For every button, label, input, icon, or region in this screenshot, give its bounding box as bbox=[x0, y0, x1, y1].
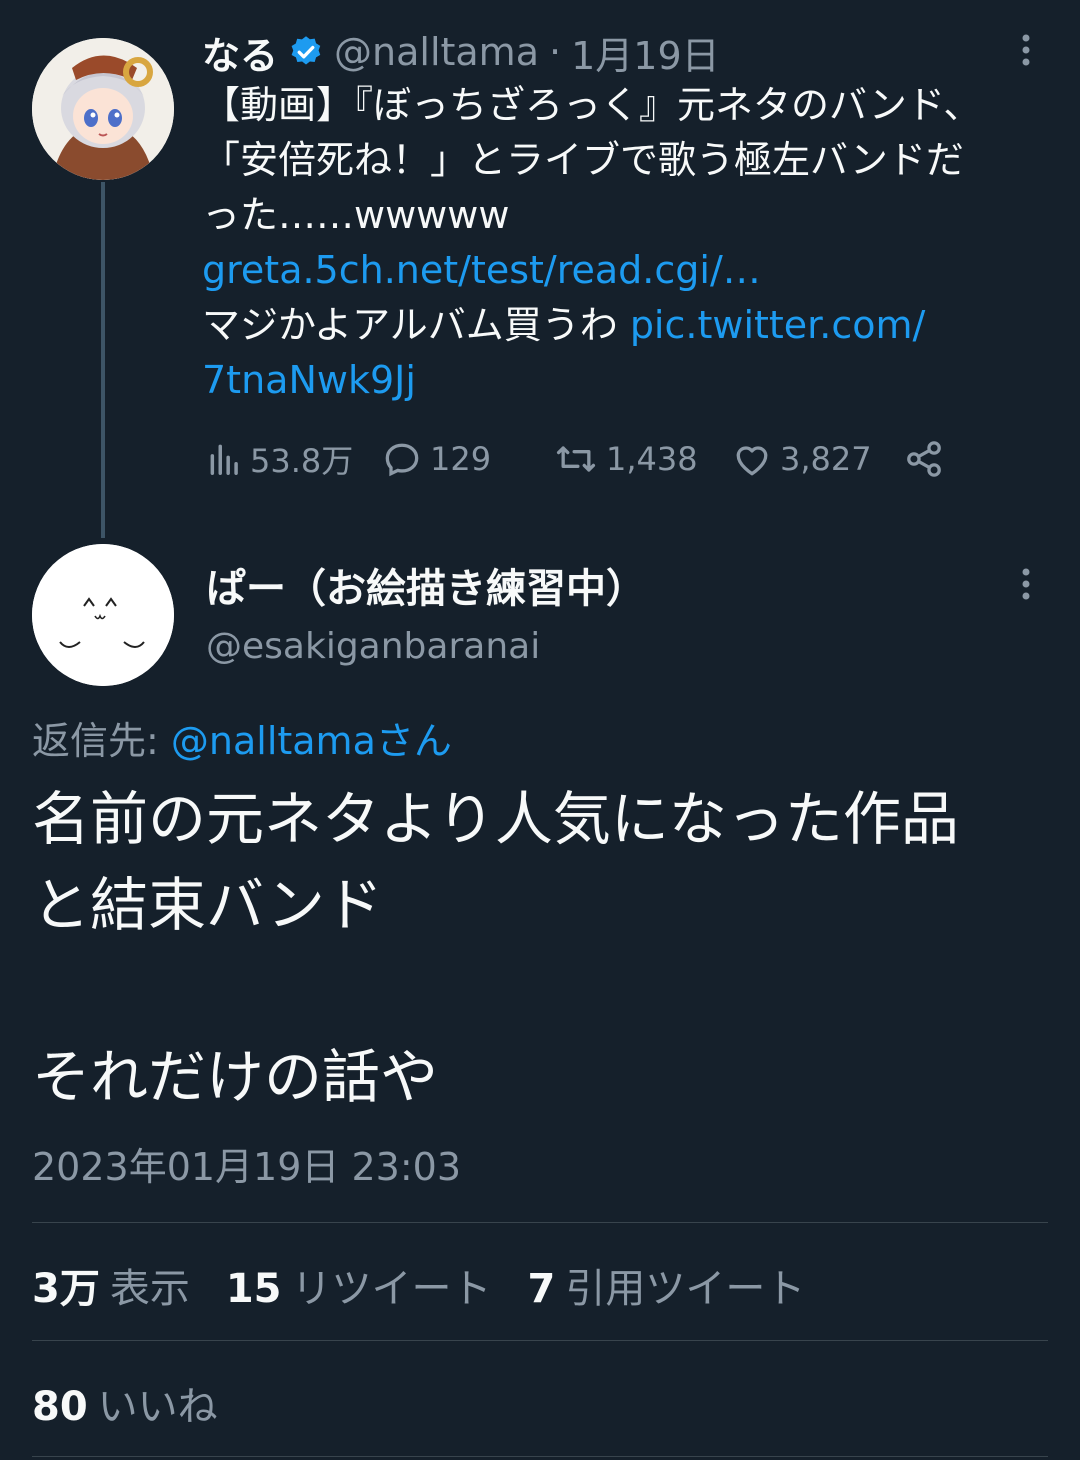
retweets-stat[interactable]: 15 リツイート bbox=[226, 1256, 492, 1314]
reply-to-prefix: 返信先: bbox=[32, 719, 171, 763]
parent-date[interactable]: 1月19日 bbox=[571, 25, 720, 80]
cute-face-avatar-image bbox=[32, 544, 174, 686]
engagement-stats-row: 3万 表示 15 リツイート 7 引用ツイート bbox=[32, 1256, 805, 1314]
views-action[interactable]: 53.8万 bbox=[206, 436, 353, 482]
retweet-action[interactable]: 1,438 bbox=[552, 436, 698, 482]
like-action[interactable]: 3,827 bbox=[730, 436, 872, 482]
analytics-icon bbox=[210, 444, 238, 475]
reply-icon bbox=[385, 443, 419, 477]
reply-handle[interactable]: @esakiganbaranai bbox=[206, 626, 540, 667]
header-separator: · bbox=[549, 30, 562, 74]
divider bbox=[32, 1222, 1048, 1223]
pic-link-continued[interactable]: 7tnaNwk9Jj bbox=[202, 353, 1062, 408]
views-stat-count: 3万 bbox=[32, 1266, 100, 1312]
retweet-count: 1,438 bbox=[606, 440, 698, 478]
retweets-stat-label: リツイート bbox=[291, 1266, 492, 1312]
divider bbox=[32, 1340, 1048, 1341]
reply-count: 129 bbox=[430, 440, 492, 478]
quotes-stat-label: 引用ツイート bbox=[565, 1266, 806, 1312]
tweet-text-line: 名前の元ネタより人気になった作品 bbox=[32, 785, 959, 853]
views-stat-label: 表示 bbox=[109, 1266, 190, 1312]
tweet-text-line: それだけの話や bbox=[32, 1043, 439, 1111]
more-options-icon[interactable] bbox=[1014, 32, 1038, 68]
tweet-timestamp[interactable]: 2023年01月19日 23:03 bbox=[32, 1136, 461, 1191]
like-count: 3,827 bbox=[780, 440, 872, 478]
tweet-text-line: った……wwwww bbox=[202, 193, 510, 237]
reply-to-handle-link[interactable]: @nalltamaさん bbox=[171, 719, 452, 763]
parent-display-name[interactable]: なる bbox=[202, 25, 278, 80]
divider bbox=[32, 1456, 1048, 1457]
tweet-text-line bbox=[32, 948, 1052, 1034]
likes-stat-count: 80 bbox=[32, 1384, 88, 1430]
heart-icon bbox=[736, 446, 768, 476]
anime-girl-avatar-image bbox=[32, 38, 174, 180]
verified-badge-icon bbox=[291, 36, 321, 65]
share-icon bbox=[907, 441, 941, 477]
more-options-icon[interactable] bbox=[1014, 566, 1038, 602]
reply-action[interactable]: 129 bbox=[380, 436, 491, 482]
likes-stat[interactable]: 80 いいね bbox=[32, 1374, 218, 1432]
share-action[interactable] bbox=[902, 436, 946, 482]
tweet-text-line: 「安倍死ね！」とライブで歌う極左バンドだ bbox=[202, 138, 964, 182]
article-link[interactable]: greta.5ch.net/test/read.cgi/… bbox=[202, 243, 1062, 298]
views-stat: 3万 表示 bbox=[32, 1256, 190, 1314]
reply-display-name[interactable]: ぱー（お絵描き練習中） bbox=[206, 556, 646, 614]
reply-to-line: 返信先: @nalltamaさん bbox=[32, 710, 452, 765]
views-count: 53.8万 bbox=[250, 442, 354, 480]
reply-tweet-text: 名前の元ネタより人気になった作品 と結束バンド それだけの話や bbox=[32, 776, 1052, 1120]
likes-stat-label: いいね bbox=[97, 1384, 218, 1430]
quotes-stat-count: 7 bbox=[527, 1266, 556, 1312]
tweet-action-bar: 53.8万 129 1,438 3,827 bbox=[206, 436, 966, 482]
parent-handle[interactable]: @nalltama bbox=[334, 30, 539, 74]
tweet-text-line: マジかよアルバム買うわ bbox=[202, 303, 630, 347]
tweet-text-line: と結束バンド bbox=[32, 871, 383, 939]
avatar-esakiganbaranai[interactable] bbox=[32, 544, 174, 686]
retweets-stat-count: 15 bbox=[225, 1266, 282, 1312]
avatar-nalltama[interactable] bbox=[32, 38, 174, 180]
likes-stats-row: 80 いいね bbox=[32, 1374, 218, 1432]
parent-tweet-header: なる @nalltama · 1月19日 bbox=[202, 22, 720, 82]
tweet-text-line: 【動画】『ぼっちざろっく』元ネタのバンド、 bbox=[202, 83, 982, 127]
retweet-icon bbox=[556, 446, 596, 472]
quotes-stat[interactable]: 7 引用ツイート bbox=[528, 1256, 806, 1314]
thread-connector-line bbox=[101, 182, 105, 538]
parent-tweet-text: 【動画】『ぼっちざろっく』元ネタのバンド、 「安倍死ね！」とライブで歌う極左バン… bbox=[202, 78, 1062, 408]
pic-link[interactable]: pic.twitter.com/ bbox=[630, 303, 926, 347]
